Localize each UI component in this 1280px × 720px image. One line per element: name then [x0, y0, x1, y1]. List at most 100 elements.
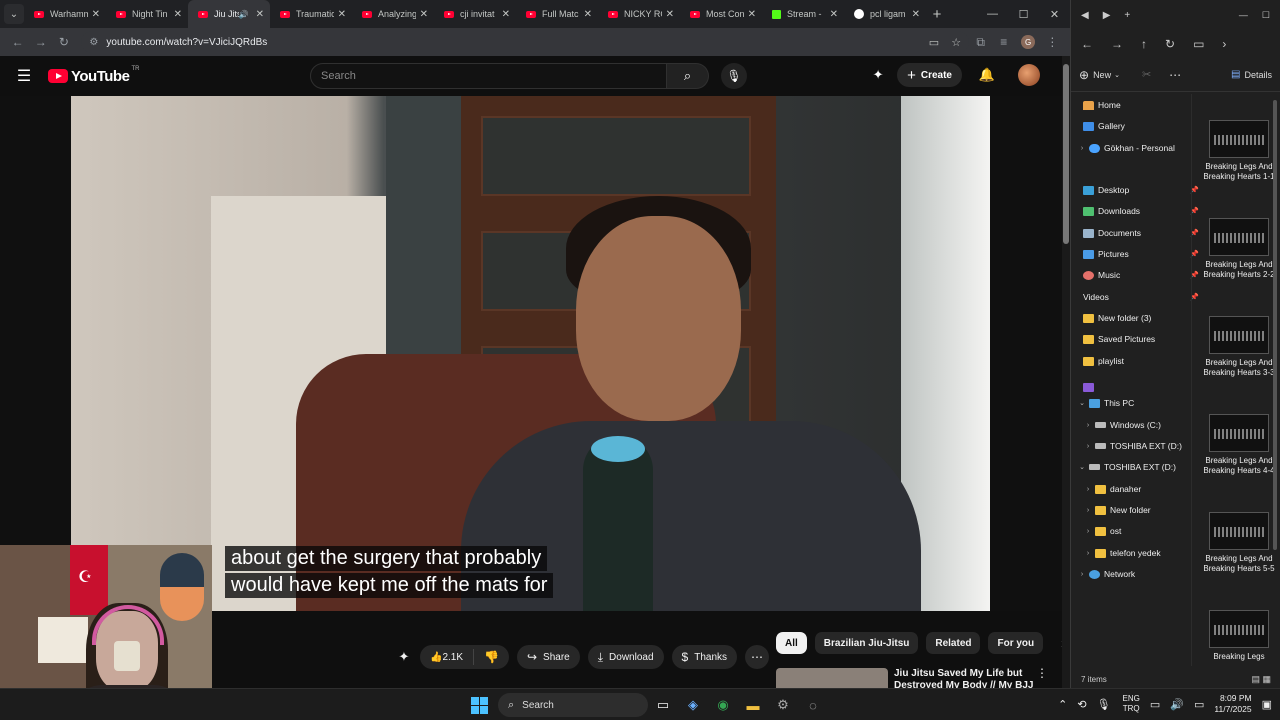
tree-item-home[interactable]: Home [1083, 95, 1121, 115]
video-player[interactable]: about get the surgery that probably woul… [0, 96, 1062, 611]
page-scrollbar[interactable] [1062, 56, 1070, 688]
tree-item-playlist[interactable]: playlist [1083, 351, 1124, 371]
speaker-icon[interactable]: 🔊 [239, 10, 249, 19]
chevron-right-icon[interactable]: › [1083, 443, 1093, 450]
tree-item-music[interactable]: Music 📌 [1083, 265, 1201, 285]
tree-item-desktop[interactable]: Desktop 📌 [1083, 180, 1201, 200]
search-input[interactable]: Search [310, 63, 667, 89]
tree-item-new-folder[interactable]: › New folder [1083, 500, 1151, 520]
tab-cji-invitational[interactable]: cji invitat ✕ [434, 0, 516, 28]
dislike-button[interactable]: 👎 [474, 650, 509, 664]
maximize-icon[interactable]: ☐ [1008, 8, 1039, 21]
chrome-icon[interactable]: ◉ [708, 693, 738, 717]
download-button[interactable]: ⤓ Download [587, 645, 664, 669]
hamburger-menu-icon[interactable]: ☰ [4, 66, 44, 86]
new-button[interactable]: ⊕ New ⌄ [1079, 68, 1120, 82]
chip-for-you[interactable]: For you [988, 632, 1044, 654]
tree-item-pictures[interactable]: Pictures 📌 [1083, 244, 1201, 264]
microphone-icon[interactable]: 🎙 [1097, 698, 1111, 711]
sparkle-icon[interactable]: ✦ [865, 67, 891, 83]
tree-item-danaher[interactable]: › danaher [1083, 479, 1141, 499]
battery-icon[interactable]: ▭ [1194, 698, 1204, 711]
view-toggle-icons[interactable]: ▤ ▦ [1251, 674, 1271, 685]
address-bar[interactable]: ⚙ youtube.com/watch?v=VJiciJQRdBs ▭ ☆ [81, 31, 970, 53]
tree-item-gallery[interactable]: Gallery [1083, 116, 1125, 136]
file-item[interactable]: Breaking Legs And Breaking Hearts 2-2 [1202, 218, 1276, 280]
cut-icon[interactable]: ✂ [1142, 68, 1151, 81]
explorer-scrollbar[interactable] [1273, 100, 1277, 550]
chevron-up-icon[interactable]: ⌃ [1058, 698, 1067, 711]
reload-icon[interactable]: ↻ [52, 30, 75, 54]
more-options-icon[interactable]: ⋮ [1036, 666, 1048, 680]
file-item[interactable]: Breaking Legs And Breaking Hearts 4-4 [1202, 414, 1276, 476]
tree-item-videos[interactable]: Videos 📌 [1083, 287, 1201, 392]
file-item[interactable]: Breaking Legs And Breaking Hearts 3-3 [1202, 316, 1276, 378]
close-icon[interactable]: ✕ [912, 9, 920, 20]
close-icon[interactable]: ✕ [748, 9, 756, 20]
start-button[interactable] [468, 694, 490, 716]
task-view-icon[interactable]: ▭ [648, 693, 678, 717]
file-item[interactable]: Breaking Legs [1202, 610, 1276, 662]
like-button[interactable]: 👍 2.1K [420, 649, 475, 665]
forward-icon[interactable]: → [1111, 37, 1123, 51]
back-icon[interactable]: ← [1081, 37, 1093, 51]
profile-avatar[interactable]: G [1021, 35, 1035, 49]
chip-related[interactable]: Related [926, 632, 981, 654]
more-actions-icon[interactable]: ⋯ [745, 645, 770, 669]
close-icon[interactable]: ✕ [338, 9, 346, 20]
tree-item-downloads[interactable]: Downloads 📌 [1083, 201, 1201, 221]
settings-icon[interactable]: ⚙ [768, 693, 798, 717]
chevron-right-icon[interactable]: › [1083, 486, 1093, 493]
tree-item-this-pc[interactable]: ⌄ This PC [1077, 393, 1134, 413]
tab-back-icon[interactable]: ◀ [1081, 10, 1089, 21]
close-icon[interactable]: ✕ [420, 9, 428, 20]
tab-search-button[interactable]: ⌄ [4, 4, 24, 24]
create-button[interactable]: + Create [897, 63, 962, 87]
chevron-down-icon[interactable]: ⌄ [1077, 399, 1087, 407]
url-text[interactable]: youtube.com/watch?v=VJiciJQRdBs [106, 37, 916, 48]
tree-item-onedrive[interactable]: › Gökhan - Personal [1077, 138, 1175, 158]
chevron-down-icon[interactable]: ⌄ [1077, 463, 1087, 471]
share-button[interactable]: ↪ Share [516, 645, 580, 669]
clock[interactable]: 8:09 PM 11/7/2025 [1214, 693, 1251, 715]
tab-nicky-rod[interactable]: NICKY RO✕ [598, 0, 680, 28]
new-tab-button[interactable]: + [926, 6, 948, 23]
tree-item-network[interactable]: › Network [1077, 564, 1135, 584]
new-tab-icon[interactable]: + [1124, 10, 1130, 21]
tree-item-windows-c[interactable]: › Windows (C:) [1083, 415, 1161, 435]
chip-all[interactable]: All [776, 632, 807, 654]
tab-stream[interactable]: Stream - ✕ [762, 0, 844, 28]
notifications-bell-icon[interactable]: 🔔 [974, 67, 1000, 83]
refresh-icon[interactable]: ↻ [1165, 37, 1175, 51]
maximize-icon[interactable]: ☐ [1262, 10, 1270, 21]
input-language[interactable]: ENG TRQ [1123, 694, 1140, 714]
tree-item-toshiba-d[interactable]: › TOSHIBA EXT (D:) [1083, 436, 1182, 456]
tab-analyzing[interactable]: Analyzing ✕ [352, 0, 434, 28]
ask-sparkle-icon[interactable]: ✦ [392, 649, 416, 665]
app-icon[interactable]: ◌ [798, 693, 828, 717]
voice-search-icon[interactable]: 🎙 [721, 63, 747, 89]
recommended-video-title[interactable]: Jiu Jitsu Saved My Life but Destroyed My… [894, 668, 1034, 688]
tab-warhammer[interactable]: Warhammer✕ [24, 0, 106, 28]
back-icon[interactable]: ← [6, 30, 29, 54]
tree-item-toshiba-d-root[interactable]: ⌄ TOSHIBA EXT (D:) [1077, 457, 1176, 477]
close-icon[interactable]: ✕ [502, 9, 510, 20]
chevron-right-icon[interactable]: › [1222, 37, 1226, 51]
minimize-icon[interactable]: — [977, 8, 1008, 21]
tab-pcl-ligament[interactable]: pcl ligam ✕ [844, 0, 926, 28]
close-icon[interactable]: ✕ [256, 9, 264, 20]
close-icon[interactable]: ✕ [666, 9, 674, 20]
close-icon[interactable]: ✕ [92, 9, 100, 20]
tree-item-telefon-yedek[interactable]: › telefon yedek [1083, 543, 1161, 563]
chevron-right-icon[interactable]: › [1083, 422, 1093, 429]
recommended-video[interactable]: Jiu Jitsu Saved My Life but Destroyed My… [776, 666, 1048, 688]
tree-item-saved-pictures[interactable]: Saved Pictures [1083, 329, 1155, 349]
chevron-right-icon[interactable]: › [1077, 571, 1087, 578]
file-explorer-icon[interactable]: ▬ [738, 693, 768, 717]
close-icon[interactable]: ✕ [174, 9, 182, 20]
file-item[interactable]: Breaking Legs And Breaking Hearts 5-5 [1202, 512, 1276, 574]
see-more-icon[interactable]: ⋯ [1169, 68, 1181, 82]
thanks-button[interactable]: $ Thanks [671, 645, 738, 669]
tab-traumatic[interactable]: Traumatic ✕ [270, 0, 352, 28]
chevron-right-icon[interactable]: › [1083, 528, 1093, 535]
